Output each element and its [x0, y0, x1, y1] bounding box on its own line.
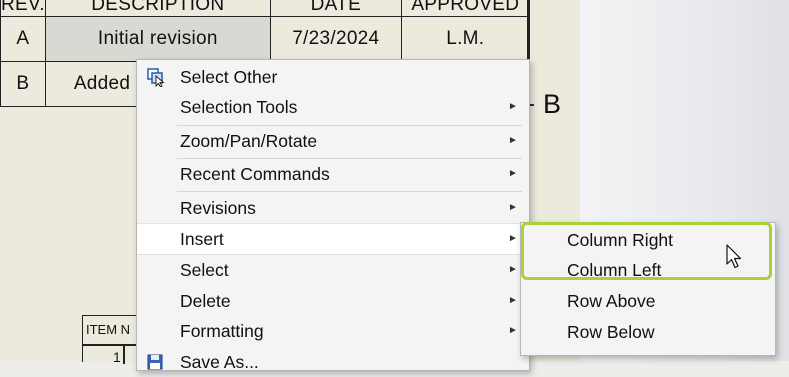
header-date: DATE	[269, 0, 402, 17]
save-as-icon	[147, 354, 163, 370]
bom-divider	[83, 344, 143, 346]
submenu-item-row-below[interactable]: Row Below	[521, 317, 775, 347]
rev-cell[interactable]: B	[0, 61, 46, 107]
submenu-item-label: Row Below	[567, 322, 655, 342]
bom-item-number: 1	[113, 349, 121, 365]
zone-label: B	[543, 89, 562, 119]
menu-item-label: Zoom/Pan/Rotate	[180, 131, 318, 151]
submenu-item-label: Row Above	[567, 291, 656, 311]
header-description: DESCRIPTION	[44, 0, 271, 17]
menu-item-label: Select Other	[180, 67, 278, 87]
context-menu: Select Other Selection Tools ► Zoom/Pan/…	[136, 59, 530, 372]
submenu-arrow-icon: ►	[508, 295, 518, 306]
submenu-arrow-icon: ►	[508, 135, 518, 146]
menu-item-label: Delete	[180, 291, 231, 311]
header-rev: REV.	[0, 0, 46, 17]
submenu-arrow-icon: ►	[508, 233, 518, 244]
menu-item-label: Insert	[180, 229, 224, 249]
rev-cell[interactable]: A	[0, 16, 46, 62]
menu-item-formatting[interactable]: Formatting ►	[137, 316, 529, 346]
menu-item-selection-tools[interactable]: Selection Tools ►	[137, 92, 529, 122]
mouse-cursor-icon	[726, 244, 742, 269]
select-other-icon	[147, 68, 165, 87]
revision-table-header: REV. DESCRIPTION DATE APPROVED	[0, 0, 530, 17]
menu-item-label: Select	[180, 260, 229, 280]
menu-item-recent-commands[interactable]: Recent Commands ►	[137, 159, 529, 189]
menu-item-select-other[interactable]: Select Other	[137, 62, 529, 92]
submenu-item-row-above[interactable]: Row Above	[521, 286, 775, 316]
menu-item-label: Selection Tools	[180, 97, 298, 117]
bom-table: ITEM N 1	[82, 315, 144, 365]
submenu-arrow-icon: ►	[508, 325, 518, 336]
description-cell-selected[interactable]: Initial revision	[44, 16, 271, 62]
menu-item-select[interactable]: Select ►	[137, 255, 529, 285]
menu-item-label: Formatting	[180, 321, 264, 341]
bom-column-divider	[123, 344, 125, 364]
menu-separator	[177, 191, 522, 192]
submenu-item-label: Column Right	[567, 230, 674, 250]
menu-item-label: Recent Commands	[180, 164, 330, 184]
submenu-arrow-icon: ►	[508, 264, 518, 275]
insert-submenu: Column Right Column Left Row Above Row B…	[520, 222, 776, 356]
menu-item-delete[interactable]: Delete ►	[137, 286, 529, 316]
submenu-arrow-icon: ►	[508, 101, 518, 112]
header-approved: APPROVED	[400, 0, 530, 17]
menu-item-save-as[interactable]: Save As...	[137, 347, 529, 377]
approved-cell[interactable]: L.M.	[400, 16, 530, 62]
menu-item-insert[interactable]: Insert ►	[137, 223, 529, 255]
submenu-arrow-icon: ►	[508, 168, 518, 179]
menu-item-revisions[interactable]: Revisions ►	[137, 193, 529, 223]
menu-item-label: Save As...	[180, 352, 259, 372]
menu-item-zoom-pan-rotate[interactable]: Zoom/Pan/Rotate ►	[137, 126, 529, 156]
date-cell[interactable]: 7/23/2024	[269, 16, 402, 62]
bom-header: ITEM N	[86, 322, 131, 337]
submenu-item-label: Column Left	[567, 260, 662, 280]
submenu-arrow-icon: ►	[508, 202, 518, 213]
table-row: A Initial revision 7/23/2024 L.M.	[0, 16, 530, 62]
menu-item-label: Revisions	[180, 198, 256, 218]
